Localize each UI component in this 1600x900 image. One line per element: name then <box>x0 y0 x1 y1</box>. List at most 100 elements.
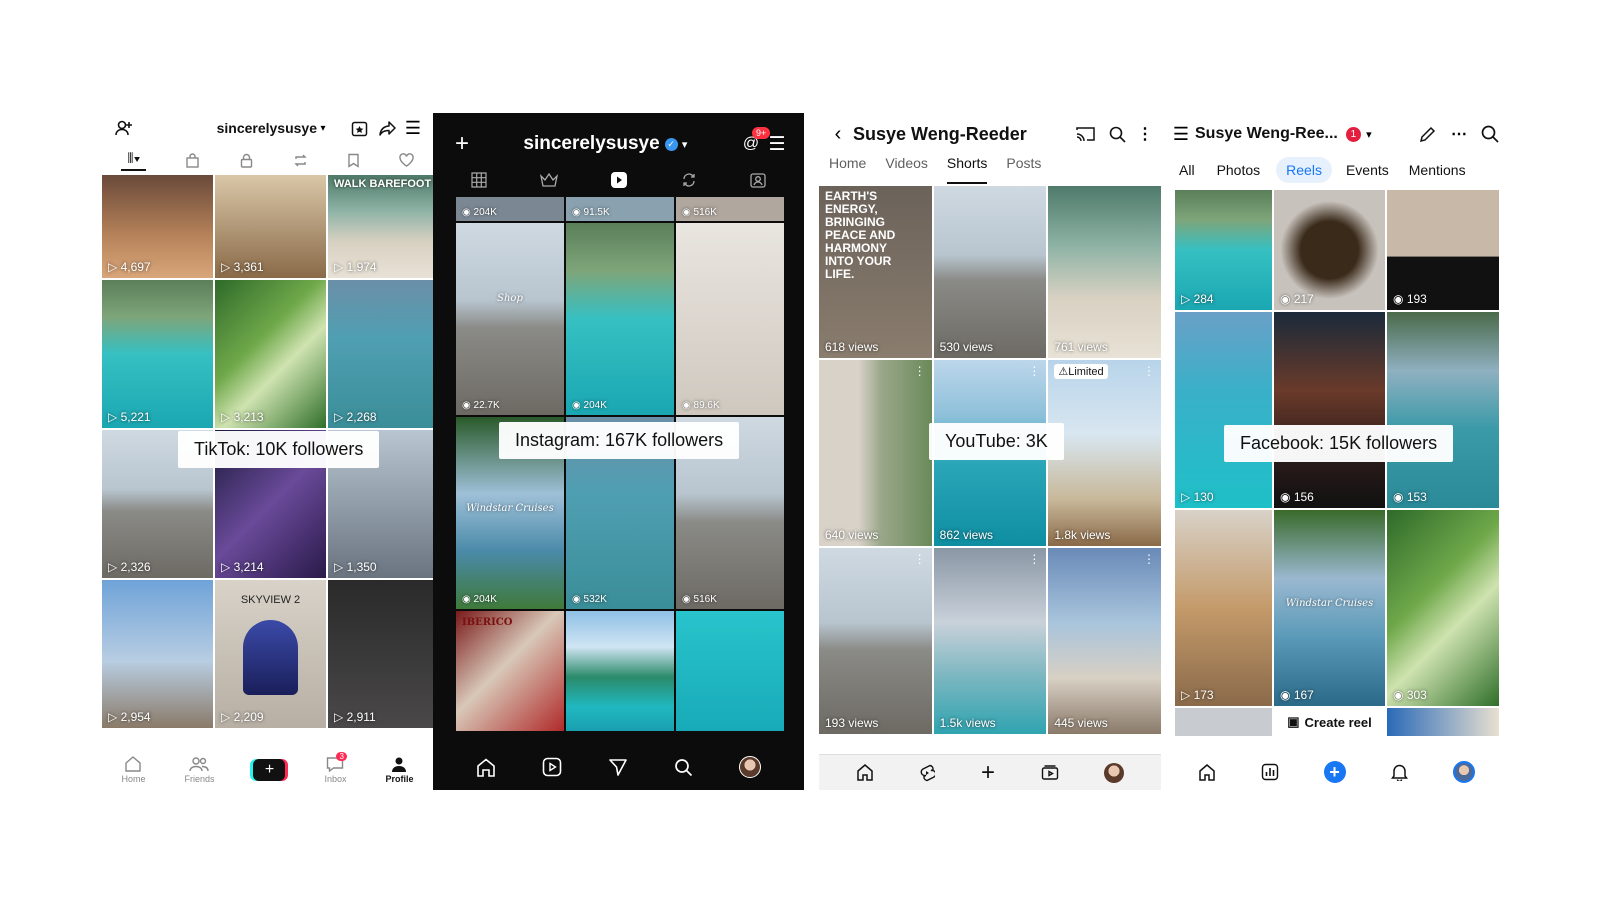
threads-icon[interactable]: @ 9+ <box>738 127 771 153</box>
tab-videos[interactable]: Videos <box>885 155 928 185</box>
reel-tile[interactable]: ◉ 153 <box>1387 312 1499 508</box>
search-icon[interactable] <box>1475 125 1505 143</box>
avatar[interactable] <box>1452 761 1475 783</box>
calendar-star-icon[interactable] <box>345 120 373 137</box>
tab-all[interactable]: All <box>1173 157 1201 183</box>
search-icon[interactable] <box>1101 126 1133 143</box>
nav-inbox[interactable]: 3 Inbox <box>324 752 347 784</box>
shop-crown-icon[interactable] <box>539 173 558 187</box>
video-tile[interactable]: WALK BAREFOOT ▷ 1,974 <box>328 175 433 278</box>
page-name[interactable]: Susye Weng-Ree... <box>1195 125 1338 143</box>
more-vertical-icon[interactable]: ⋮ <box>1143 364 1155 378</box>
create-plus-icon[interactable]: + <box>981 759 995 787</box>
more-vertical-icon[interactable]: ⋮ <box>1028 364 1040 378</box>
nav-home[interactable]: Home <box>121 756 146 784</box>
menu-icon[interactable]: ☰ <box>1167 124 1195 145</box>
reel-tile[interactable]: ◉ 204K <box>566 223 674 415</box>
home-icon[interactable] <box>856 764 874 781</box>
tab-reels[interactable]: Reels <box>1276 157 1332 183</box>
reel-tile[interactable]: ◉ 217 <box>1274 190 1385 310</box>
tab-mentions[interactable]: Mentions <box>1403 157 1472 183</box>
avatar[interactable] <box>739 756 761 778</box>
more-vertical-icon[interactable]: ⋮ <box>914 552 926 566</box>
create-reel-button[interactable]: ▣ Create reel <box>1274 708 1385 736</box>
reel-tile[interactable]: Shop ◉ 22.7K <box>456 223 564 415</box>
video-tile[interactable]: ▷ 2,911 <box>328 580 433 728</box>
short-tile[interactable]: ⋮ 193 views <box>819 548 932 734</box>
more-vertical-icon[interactable]: ⋮ <box>914 364 926 378</box>
home-icon[interactable] <box>1198 763 1216 781</box>
subscriptions-icon[interactable] <box>1041 764 1059 781</box>
reel-tile[interactable]: Windstar Cruises ◉ 167 <box>1274 510 1385 706</box>
avatar[interactable] <box>1104 762 1125 783</box>
tab-home[interactable]: Home <box>829 155 866 185</box>
video-tile[interactable]: SKYVIEW 2 ▷ 2,209 <box>215 580 326 728</box>
video-tile[interactable]: ▷ 5,221 <box>102 280 213 428</box>
short-tile[interactable]: ⋮ 445 views <box>1048 548 1161 734</box>
reel-tile[interactable]: ◉ 204K <box>456 197 564 221</box>
reel-tile[interactable]: ◉ 89.6K <box>676 223 784 415</box>
more-vertical-icon[interactable]: ⋮ <box>1028 552 1040 566</box>
short-tile[interactable]: 761 views <box>1048 186 1161 358</box>
reel-tile[interactable]: ◉ 156 <box>1274 312 1385 508</box>
tab-photos[interactable]: Photos <box>1209 157 1269 183</box>
short-tile[interactable]: 530 views <box>933 186 1047 358</box>
more-vertical-icon[interactable]: ⋮ <box>1133 124 1157 144</box>
reel-tile[interactable]: ▷ 173 <box>1175 510 1272 706</box>
username[interactable]: sincerelysusye <box>217 120 317 136</box>
more-vertical-icon[interactable]: ⋮ <box>1143 552 1155 566</box>
video-tile[interactable]: ▷ 2,954 <box>102 580 213 728</box>
shop-bag-icon[interactable] <box>185 152 200 168</box>
bookmark-icon[interactable] <box>347 153 360 168</box>
back-arrow-icon[interactable]: ‹ <box>823 123 853 146</box>
reel-tile[interactable]: ◉ 91.5K <box>566 197 674 221</box>
grid-videos-icon[interactable]: ⦀▾ <box>121 150 147 171</box>
tab-posts[interactable]: Posts <box>1006 155 1041 185</box>
reel-tile[interactable]: ◉ 516K <box>676 197 784 221</box>
plus-icon[interactable]: + <box>447 130 477 158</box>
video-tile[interactable]: ▷ 4,697 <box>102 175 213 278</box>
create-plus-icon[interactable]: + <box>1323 761 1346 783</box>
reel-tile[interactable]: ◉ 193 <box>1387 190 1499 310</box>
short-tile[interactable]: ⋮ 1.5k views <box>933 548 1047 734</box>
short-tile[interactable]: EARTH'S ENERGY, BRINGING PEACE AND HARMO… <box>819 186 932 358</box>
tab-events[interactable]: Events <box>1340 157 1395 183</box>
reel-tile[interactable]: ◉ 303 <box>1387 510 1499 706</box>
short-tile[interactable]: ⋮ 640 views <box>819 360 932 546</box>
reel-tile[interactable] <box>566 611 674 731</box>
share-icon[interactable] <box>373 120 401 137</box>
reel-tile[interactable] <box>1175 708 1272 736</box>
add-friend-icon[interactable] <box>110 119 138 137</box>
more-horizontal-icon[interactable]: ⋯ <box>1443 124 1475 144</box>
repost-icon[interactable] <box>681 172 697 188</box>
video-tile[interactable]: ▷ 3,361 <box>215 175 326 278</box>
username[interactable]: sincerelysusye <box>523 133 659 155</box>
insights-icon[interactable] <box>1261 763 1279 781</box>
lock-icon[interactable] <box>239 153 254 168</box>
short-tile[interactable]: ⚠Limited ⋮ 1.8k views <box>1048 360 1161 546</box>
cast-icon[interactable] <box>1069 126 1101 142</box>
bell-icon[interactable] <box>1390 763 1408 781</box>
edit-pencil-icon[interactable] <box>1411 126 1443 143</box>
reel-tile[interactable]: IBERICO <box>456 611 564 731</box>
home-icon[interactable] <box>476 757 496 777</box>
reels-icon[interactable] <box>610 171 628 189</box>
video-tile[interactable]: ▷ 3,213 <box>215 280 326 428</box>
repost-icon[interactable] <box>293 153 308 168</box>
reel-tile[interactable] <box>676 611 784 731</box>
send-icon[interactable] <box>608 757 628 777</box>
video-tile[interactable]: ▷ 2,268 <box>328 280 433 428</box>
reel-tile[interactable]: ▷ 130 <box>1175 312 1272 508</box>
chevron-down-icon[interactable]: ▾ <box>678 138 692 151</box>
reel-tile[interactable] <box>1387 708 1499 736</box>
create-button[interactable]: + <box>253 759 286 781</box>
tab-shorts[interactable]: Shorts <box>946 155 988 184</box>
heart-icon[interactable] <box>398 153 414 167</box>
reel-tile[interactable]: ▷ 284 <box>1175 190 1272 310</box>
shorts-icon[interactable] <box>919 764 936 782</box>
search-icon[interactable] <box>674 758 693 777</box>
menu-icon[interactable]: ☰ <box>401 118 425 139</box>
chevron-down-icon[interactable]: ▾ <box>1361 128 1377 141</box>
chevron-down-icon[interactable]: ▾ <box>317 123 329 134</box>
nav-friends[interactable]: Friends <box>184 756 215 784</box>
